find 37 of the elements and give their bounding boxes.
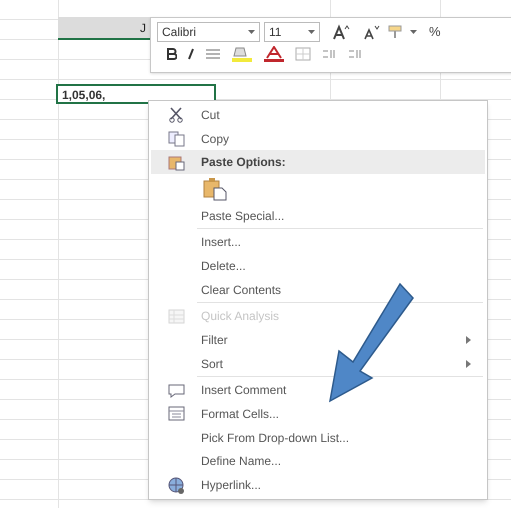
menu-item[interactable]: Hyperlink... [151,473,485,497]
menu-item[interactable]: Copy [151,126,485,150]
globe-icon [168,476,184,494]
clipboard-icon [168,154,184,171]
menu-item[interactable]: Sort [151,352,485,376]
menu-item[interactable]: Pick From Drop-down List... [151,426,485,450]
font-color-icon[interactable] [263,46,285,62]
menu-item[interactable]: Define Name... [151,450,485,474]
dropdown-icon [248,30,255,34]
menu-item[interactable]: Format Cells... [151,402,485,426]
menu-item[interactable]: Filter [151,328,485,352]
font-dropdown[interactable]: Calibri [157,22,260,42]
fill-color-icon[interactable] [231,46,253,62]
size-dropdown[interactable]: 11 [264,22,320,42]
copy-icon [168,130,184,148]
align-icon[interactable] [205,48,221,60]
menu-item[interactable]: Delete... [151,254,485,278]
column-header[interactable]: J [58,17,150,40]
menu-item[interactable]: Paste Options: [151,150,485,174]
comment-icon [168,382,184,399]
menu-item[interactable]: Paste Special... [151,204,485,228]
scissors-icon [168,106,184,124]
increase-font-icon[interactable] [332,24,350,40]
dropdown-icon [308,30,315,34]
dropdown-icon[interactable] [410,30,417,34]
menu-item[interactable]: Insert Comment [151,378,485,402]
menu-item[interactable]: Cut [151,103,485,127]
bold-icon[interactable] [167,48,177,60]
selected-cell[interactable]: 1,05,06, [56,84,216,104]
percent-button[interactable]: % [429,22,441,42]
italic-icon[interactable] [187,48,195,60]
grid-icon [168,308,184,325]
decrease-font-icon[interactable] [362,24,380,40]
menu-item[interactable]: Clear Contents [151,278,485,302]
format-cells-icon [168,405,184,422]
paste-button[interactable] [203,176,227,201]
menu-item[interactable]: Insert... [151,230,485,254]
